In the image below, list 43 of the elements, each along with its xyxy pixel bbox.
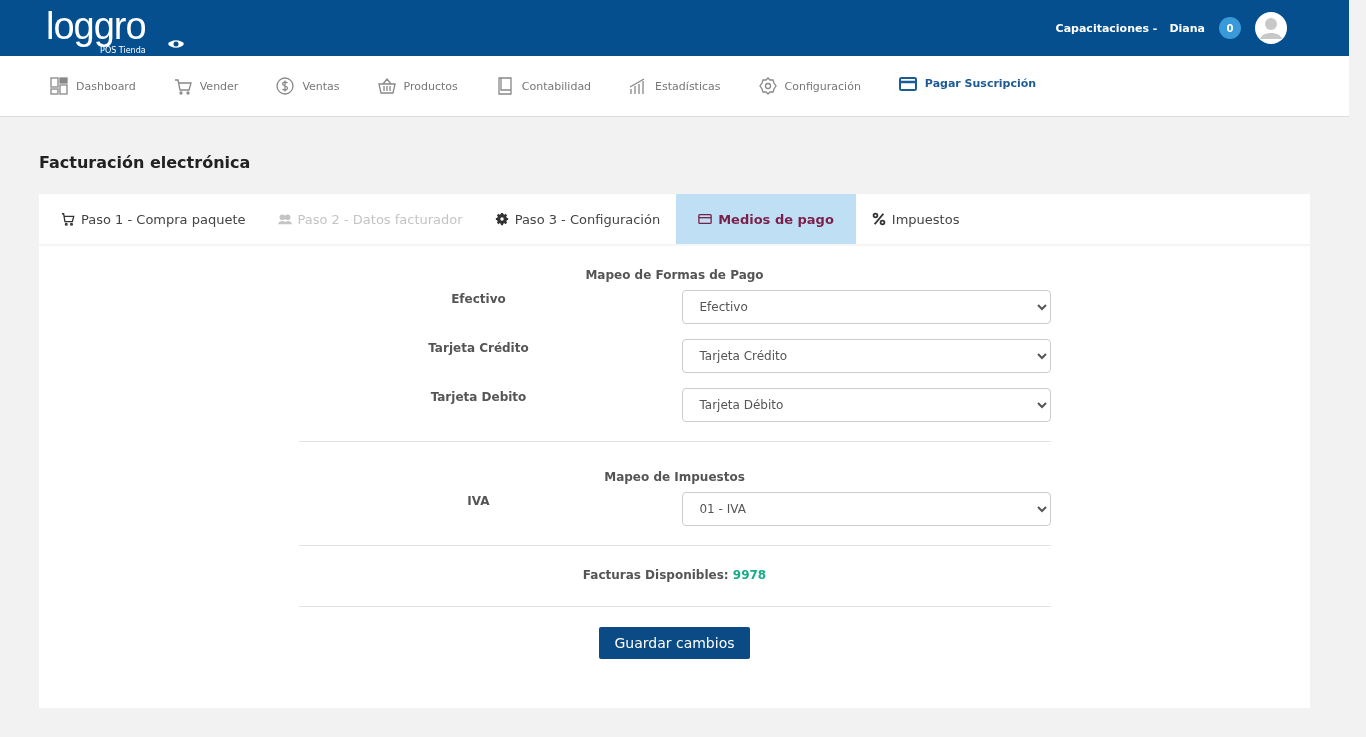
- nav-item[interactable]: Pagar Suscripción: [898, 74, 1037, 93]
- field-label: Tarjeta Crédito: [427, 340, 530, 355]
- nav-item[interactable]: Contabilidad: [495, 77, 592, 95]
- nav-item[interactable]: Vender: [173, 77, 239, 95]
- section-title: Mapeo de Formas de Pago: [585, 268, 764, 282]
- user-name[interactable]: Diana: [1169, 21, 1205, 35]
- save-button[interactable]: Guardar cambios: [599, 627, 750, 659]
- gear-icon: [758, 77, 777, 95]
- book-icon: [495, 77, 514, 95]
- card-icon: [698, 212, 713, 226]
- select-field[interactable]: Efectivo: [682, 290, 1051, 324]
- tab[interactable]: Paso 1 - Compra paquete: [45, 194, 262, 244]
- tab[interactable]: Impuestos: [855, 194, 976, 244]
- field-label: Efectivo: [450, 291, 507, 306]
- dashboard-icon: [50, 77, 68, 95]
- field-label: IVA: [466, 493, 491, 508]
- logo-subtitle: POS Tienda: [100, 46, 146, 56]
- nav-item[interactable]: Productos: [377, 77, 458, 95]
- company-name[interactable]: Capacitaciones -: [1055, 21, 1158, 35]
- cart-icon: [173, 77, 192, 95]
- nav-item[interactable]: Estadísticas: [629, 77, 721, 95]
- logo[interactable]: loggro: [46, 6, 146, 46]
- nav-item[interactable]: Ventas: [276, 77, 340, 95]
- gear-icon: [494, 212, 509, 226]
- select-field[interactable]: 01 - IVA: [682, 492, 1051, 526]
- card-icon: [898, 74, 917, 93]
- available-invoices: Facturas Disponibles: 9978: [582, 568, 767, 582]
- field-label: Tarjeta Debito: [429, 389, 528, 404]
- page-title: Facturación electrónica: [39, 153, 252, 172]
- tab[interactable]: Paso 3 - Configuración: [478, 194, 677, 244]
- nav-item[interactable]: Dashboard: [50, 77, 136, 95]
- select-field[interactable]: Tarjeta Crédito: [682, 339, 1051, 373]
- select-field[interactable]: Tarjeta Débito: [682, 388, 1051, 422]
- section-title: Mapeo de Impuestos: [604, 470, 745, 484]
- nav-item[interactable]: Configuración: [758, 77, 861, 95]
- dollar-icon: [276, 77, 295, 95]
- tab[interactable]: Medios de pago: [676, 194, 856, 244]
- basket-icon: [377, 77, 396, 95]
- eye-icon[interactable]: [167, 39, 184, 49]
- cart-icon: [61, 212, 75, 226]
- users-icon: [277, 212, 292, 226]
- avatar-icon[interactable]: [1255, 12, 1287, 44]
- percent-icon: [871, 212, 886, 226]
